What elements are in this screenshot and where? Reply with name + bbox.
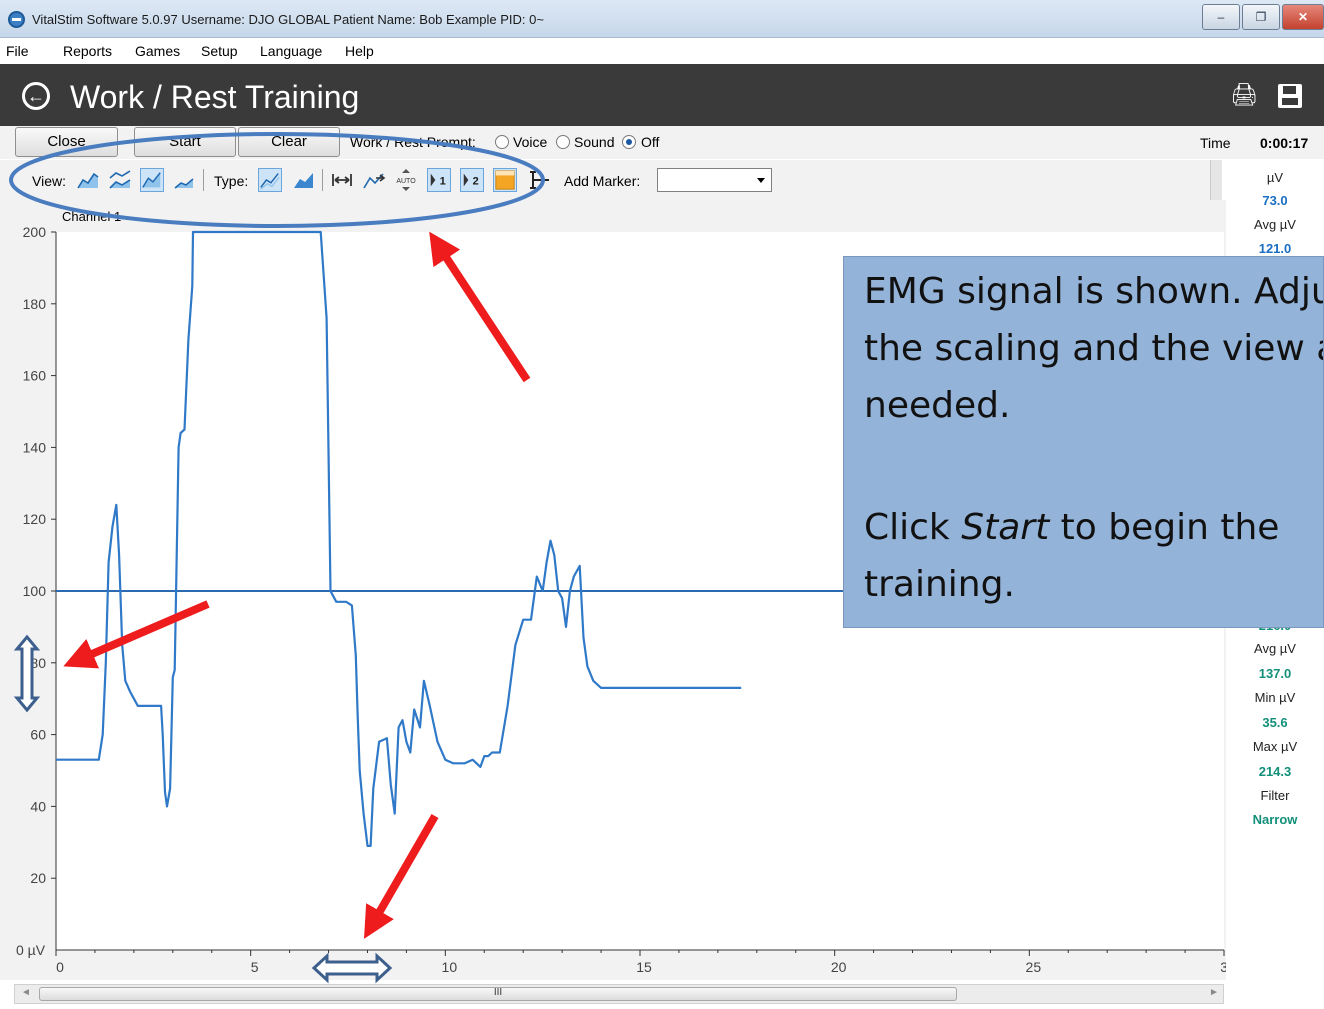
add-marker-icon[interactable] — [528, 168, 552, 192]
add-marker-label: Add Marker: — [564, 173, 641, 189]
start-button[interactable]: Start — [134, 127, 236, 157]
view-stacked-chart-icon[interactable] — [108, 168, 132, 192]
x-tick-label: 10 — [442, 959, 458, 975]
page-title: Work / Rest Training — [70, 79, 360, 115]
channel-label: Channel 1 — [62, 209, 122, 224]
view-small-chart-icon[interactable] — [172, 168, 196, 192]
prompt-off-radio[interactable] — [622, 135, 636, 149]
toolbar-separator — [322, 169, 323, 191]
window-title: VitalStim Software 5.0.97 Username: DJO … — [32, 12, 544, 27]
horizontal-scrollbar[interactable]: ◄ III ► — [14, 984, 1224, 1004]
stat-label: Max µV — [1252, 739, 1298, 754]
x-tick-label: 20 — [831, 959, 847, 975]
y-tick-label: 180 — [23, 296, 47, 312]
instruction-callout: EMG signal is shown. Adjust the scaling … — [843, 256, 1324, 628]
view-label: View: — [32, 173, 66, 189]
x-tick-label: 15 — [636, 959, 652, 975]
stat-value: 73.0 — [1262, 193, 1288, 208]
prompt-voice-label: Voice — [513, 134, 548, 150]
x-tick-label: 5 — [251, 959, 259, 975]
y-tick-label: 40 — [30, 798, 46, 814]
y-tick-label: 60 — [30, 727, 46, 743]
close-button[interactable]: Close — [15, 127, 118, 157]
callout-text: Click Start to begin the — [864, 507, 1280, 548]
prompt-voice-radio[interactable] — [495, 135, 509, 149]
stat-label: Min µV — [1254, 690, 1296, 705]
prompt-label: Work / Rest Prompt: — [350, 134, 476, 150]
y-tick-label: 80 — [30, 655, 46, 671]
scroll-chart-icon[interactable] — [362, 168, 386, 192]
add-marker-dropdown[interactable] — [657, 168, 772, 192]
time-label: Time — [1200, 135, 1231, 151]
view-single-chart-icon[interactable] — [76, 168, 100, 192]
scroll-right-icon[interactable]: ► — [1209, 987, 1219, 998]
x-tick-label: 25 — [1026, 959, 1042, 975]
auto-scale-icon[interactable]: AUTO — [394, 168, 418, 192]
auto-scale-label: AUTO — [396, 178, 416, 185]
app-icon — [8, 11, 25, 28]
y-tick-label-zero: 0 µV — [16, 942, 46, 958]
printer-icon[interactable]: 🖨 — [1230, 82, 1258, 108]
stat-label: µV — [1266, 170, 1284, 185]
prompt-off-label: Off — [641, 134, 660, 150]
stat-label: Filter — [1260, 788, 1290, 803]
graph-toolbar: View: Type: AUTO 1 2 Add Marker: — [0, 160, 1222, 200]
channel-1-label: 1 — [440, 176, 446, 188]
y-tick-label: 160 — [23, 368, 47, 384]
y-tick-label: 120 — [23, 511, 47, 527]
y-tick-label: 200 — [23, 224, 47, 240]
menu-bar: File Reports Games Setup Language Help — [0, 38, 1324, 64]
control-toolbar: Close Start Clear Work / Rest Prompt: Vo… — [0, 126, 1324, 159]
close-window-button[interactable]: ✕ — [1282, 4, 1324, 30]
callout-text: needed. — [864, 385, 1011, 426]
fit-width-icon[interactable] — [330, 168, 354, 192]
menu-file[interactable]: File — [6, 43, 29, 59]
menu-language[interactable]: Language — [260, 43, 322, 59]
callout-text: the scaling and the view as — [864, 328, 1324, 369]
stat-label: Avg µV — [1254, 217, 1296, 232]
scroll-left-icon[interactable]: ◄ — [21, 987, 31, 998]
y-tick-label: 100 — [23, 583, 47, 599]
stat-value: 35.6 — [1262, 715, 1288, 730]
stat-value: 214.3 — [1258, 764, 1292, 779]
prompt-sound-radio[interactable] — [556, 135, 570, 149]
scrollbar-thumb[interactable]: III — [39, 987, 957, 1001]
prompt-sound-label: Sound — [574, 134, 615, 150]
toolbar-separator — [203, 169, 204, 191]
color-palette-icon[interactable] — [493, 168, 517, 192]
menu-reports[interactable]: Reports — [63, 43, 112, 59]
stat-value: 137.0 — [1258, 666, 1292, 681]
back-arrow-icon[interactable]: ← — [22, 82, 50, 110]
menu-setup[interactable]: Setup — [201, 43, 238, 59]
x-tick-label: 0 — [56, 959, 64, 975]
type-area-icon[interactable] — [292, 168, 316, 192]
channel-1-icon[interactable]: 1 — [427, 168, 451, 192]
x-tick-label: 30 — [1220, 959, 1226, 975]
type-line-icon[interactable] — [258, 168, 282, 192]
y-tick-label: 140 — [23, 439, 47, 455]
y-tick-label: 20 — [30, 870, 46, 886]
callout-text: EMG signal is shown. Adjust — [864, 271, 1324, 312]
window-title-bar: VitalStim Software 5.0.97 Username: DJO … — [0, 0, 1324, 38]
callout-text: training. — [864, 564, 1015, 605]
toolbar-scrollbar[interactable] — [1210, 160, 1222, 200]
save-icon[interactable] — [1278, 84, 1302, 108]
page-header: ← Work / Rest Training 🖨 — [0, 64, 1324, 126]
channel-2-label: 2 — [473, 176, 479, 188]
stat-value: 121.0 — [1258, 241, 1292, 256]
menu-help[interactable]: Help — [345, 43, 374, 59]
clear-button[interactable]: Clear — [238, 127, 340, 157]
minimize-button[interactable]: – — [1202, 4, 1240, 30]
time-value: 0:00:17 — [1260, 135, 1309, 151]
type-label: Type: — [214, 173, 249, 189]
menu-games[interactable]: Games — [135, 43, 180, 59]
stat-value: Narrow — [1252, 812, 1298, 827]
maximize-button[interactable]: ❐ — [1242, 4, 1280, 30]
channel-2-icon[interactable]: 2 — [460, 168, 484, 192]
stat-label: Avg µV — [1254, 641, 1296, 656]
view-overlay-chart-icon[interactable] — [140, 168, 164, 192]
